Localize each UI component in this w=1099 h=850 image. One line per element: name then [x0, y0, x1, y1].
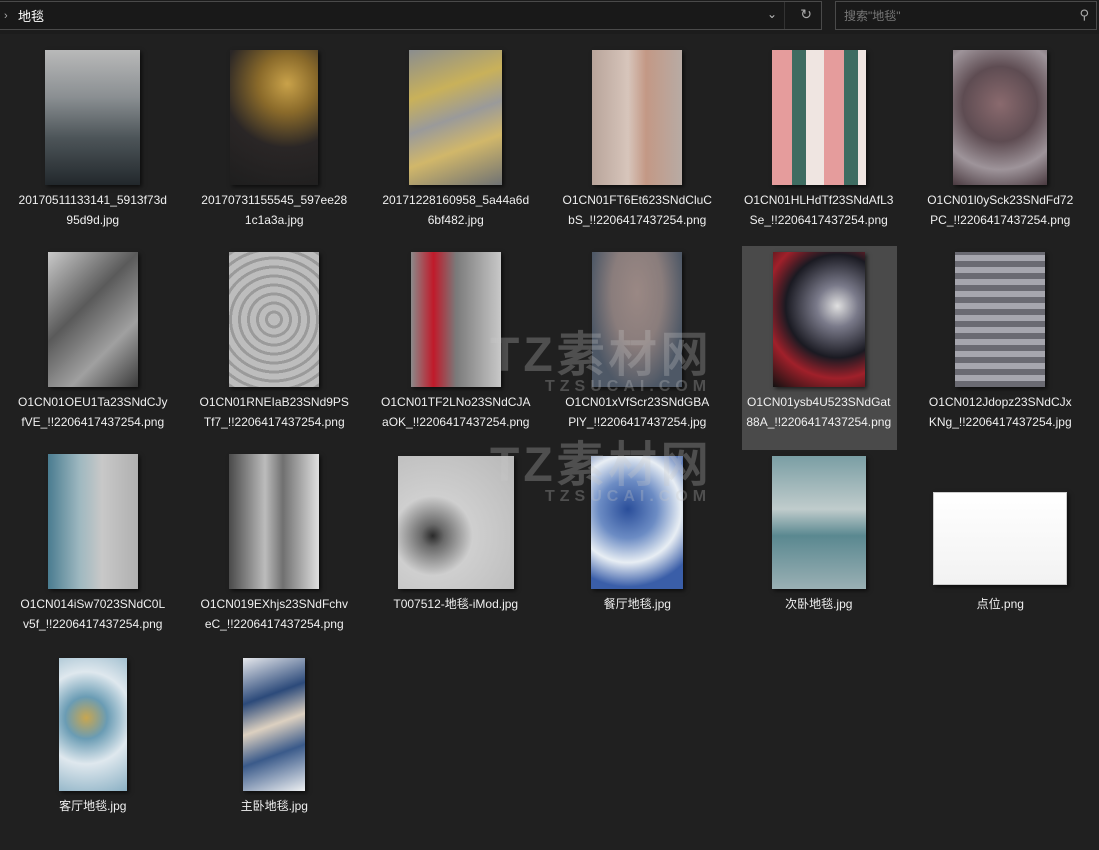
watermark-url: TZSUCAI.COM: [545, 488, 712, 505]
file-item[interactable]: O1CN014iSw7023SNdC0Lv5f_!!2206417437254.…: [2, 446, 184, 648]
file-item[interactable]: 次卧地毯.jpg: [728, 446, 910, 648]
file-name[interactable]: 20170731155545_597ee281c1a3a.jpg: [199, 191, 349, 230]
image-thumbnail[interactable]: [410, 252, 501, 387]
search-box: ⚲: [835, 1, 1097, 30]
image-thumbnail[interactable]: [955, 252, 1046, 387]
image-thumbnail[interactable]: [772, 252, 865, 387]
image-thumbnail[interactable]: [243, 658, 306, 791]
chevron-down-icon[interactable]: ⌄: [767, 7, 777, 21]
thumbnail-area: [365, 244, 547, 387]
file-item[interactable]: O1CN012Jdopz23SNdCJxKNg_!!2206417437254.…: [910, 244, 1092, 446]
file-item[interactable]: O1CN01OEU1Ta23SNdCJyfVE_!!2206417437254.…: [2, 244, 184, 446]
image-thumbnail[interactable]: [58, 658, 127, 791]
file-item[interactable]: O1CN01FT6Et623SNdCluCbS_!!2206417437254.…: [547, 42, 729, 244]
file-name[interactable]: 主卧地毯.jpg: [199, 797, 349, 817]
file-name[interactable]: 20171228160958_5a44a6d6bf482.jpg: [381, 191, 531, 230]
file-name[interactable]: 次卧地毯.jpg: [744, 595, 894, 615]
file-item[interactable]: 20170511133141_5913f73d95d9d.jpg: [2, 42, 184, 244]
watermark-url: TZSUCAI.COM: [545, 378, 712, 395]
breadcrumb-current-folder[interactable]: 地毯: [18, 6, 44, 25]
thumbnail-area: [184, 446, 366, 589]
file-name[interactable]: O1CN01ysb4U523SNdGat88A_!!2206417437254.…: [744, 393, 894, 432]
file-name[interactable]: 餐厅地毯.jpg: [562, 595, 712, 615]
file-item[interactable]: 主卧地毯.jpg: [184, 648, 366, 850]
thumbnail-area: [728, 42, 910, 185]
address-bar[interactable]: › 地毯 ⌄ ↻: [0, 1, 822, 30]
file-item[interactable]: 20171228160958_5a44a6d6bf482.jpg: [365, 42, 547, 244]
file-name[interactable]: O1CN012Jdopz23SNdCJxKNg_!!2206417437254.…: [925, 393, 1075, 432]
thumbnail-area: [184, 42, 366, 185]
file-name[interactable]: O1CN01FT6Et623SNdCluCbS_!!2206417437254.…: [562, 191, 712, 230]
thumbnail-area: [365, 42, 547, 185]
file-name[interactable]: O1CN014iSw7023SNdC0Lv5f_!!2206417437254.…: [18, 595, 168, 634]
image-thumbnail[interactable]: [771, 456, 866, 589]
file-item[interactable]: O1CN01l0ySck23SNdFd72PC_!!2206417437254.…: [910, 42, 1092, 244]
image-thumbnail[interactable]: [47, 252, 138, 387]
thumbnail-area: [2, 648, 184, 791]
thumbnail-area: [728, 244, 910, 387]
image-thumbnail[interactable]: [953, 50, 1048, 185]
thumbnail-area: [547, 42, 729, 185]
file-name[interactable]: 20170511133141_5913f73d95d9d.jpg: [18, 191, 168, 230]
divider: [784, 2, 785, 29]
image-thumbnail[interactable]: [771, 50, 866, 185]
thumbnail-area: [547, 244, 729, 387]
thumbnail-area: [184, 244, 366, 387]
thumbnail-area: [910, 244, 1092, 387]
image-thumbnail[interactable]: [409, 50, 503, 185]
file-item[interactable]: O1CN01TF2LNo23SNdCJAaOK_!!2206417437254.…: [365, 244, 547, 446]
file-name[interactable]: O1CN01l0ySck23SNdFd72PC_!!2206417437254.…: [925, 191, 1075, 230]
toolbar: › 地毯 ⌄ ↻ ⚲: [0, 0, 1099, 34]
file-item[interactable]: O1CN01xVfScr23SNdGBAPlY_!!2206417437254.…: [547, 244, 729, 446]
file-item[interactable]: 客厅地毯.jpg: [2, 648, 184, 850]
file-item[interactable]: O1CN019EXhjs23SNdFchveC_!!2206417437254.…: [184, 446, 366, 648]
image-thumbnail[interactable]: [230, 50, 319, 185]
file-item[interactable]: O1CN01RNEIaB23SNd9PSTf7_!!2206417437254.…: [184, 244, 366, 446]
file-item[interactable]: 点位.png: [910, 446, 1092, 648]
image-thumbnail[interactable]: [45, 50, 141, 185]
file-name[interactable]: T007512-地毯-iMod.jpg: [381, 595, 531, 615]
file-name[interactable]: O1CN01RNEIaB23SNd9PSTf7_!!2206417437254.…: [199, 393, 349, 432]
file-item[interactable]: O1CN01ysb4U523SNdGat88A_!!2206417437254.…: [728, 244, 910, 450]
file-name[interactable]: 客厅地毯.jpg: [18, 797, 168, 817]
thumbnail-area: [910, 42, 1092, 185]
thumbnail-area: [728, 446, 910, 589]
thumbnail-area: [184, 648, 366, 791]
thumbnail-area: [2, 42, 184, 185]
thumbnail-area: [2, 244, 184, 387]
search-input[interactable]: [844, 8, 1064, 23]
image-thumbnail[interactable]: [229, 252, 320, 387]
file-name[interactable]: O1CN019EXhjs23SNdFchveC_!!2206417437254.…: [199, 595, 349, 634]
watermark-logo: TZ素材网: [490, 439, 713, 492]
thumbnail-area: [910, 446, 1092, 589]
image-thumbnail[interactable]: [933, 492, 1068, 585]
file-name[interactable]: O1CN01HLHdTf23SNdAfL3Se_!!2206417437254.…: [744, 191, 894, 230]
refresh-icon[interactable]: ↻: [800, 6, 812, 23]
image-thumbnail[interactable]: [592, 252, 683, 387]
thumbnail-area: [2, 446, 184, 589]
file-item[interactable]: 20170731155545_597ee281c1a3a.jpg: [184, 42, 366, 244]
search-icon[interactable]: ⚲: [1079, 7, 1089, 23]
chevron-right-icon[interactable]: ›: [4, 10, 16, 22]
image-thumbnail[interactable]: [592, 50, 683, 185]
file-name[interactable]: O1CN01OEU1Ta23SNdCJyfVE_!!2206417437254.…: [18, 393, 168, 432]
file-name[interactable]: 点位.png: [925, 595, 1075, 615]
file-item[interactable]: O1CN01HLHdTf23SNdAfL3Se_!!2206417437254.…: [728, 42, 910, 244]
image-thumbnail[interactable]: [47, 454, 138, 589]
image-thumbnail[interactable]: [229, 454, 320, 589]
